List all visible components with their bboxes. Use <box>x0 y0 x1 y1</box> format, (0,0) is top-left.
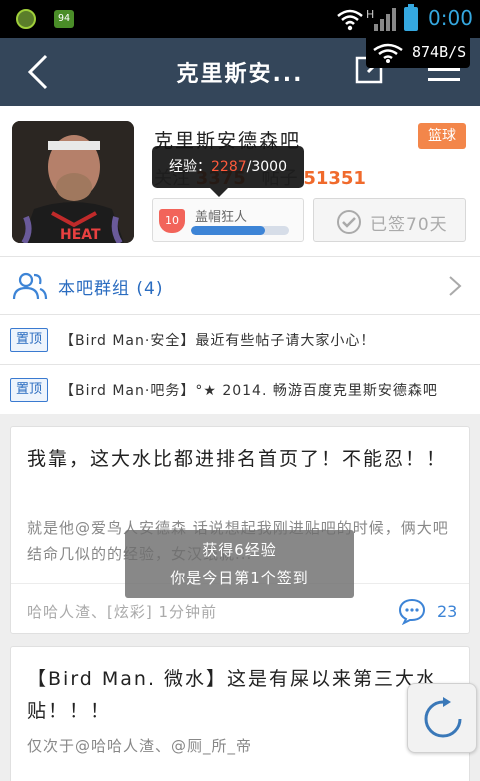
svg-text:H: H <box>366 8 374 21</box>
pinned-tag: 置顶 <box>10 328 48 352</box>
refresh-button[interactable] <box>407 683 477 753</box>
battery-icon <box>404 4 418 31</box>
toast-line-1: 获得6经验 <box>202 541 277 559</box>
experience-tooltip: 经验：2287/3000 <box>152 146 304 197</box>
back-arrow-icon[interactable] <box>22 52 54 92</box>
forum-avatar[interactable]: HEAT <box>12 121 134 243</box>
toast-line-2: 你是今日第1个签到 <box>170 569 309 587</box>
level-box[interactable]: 10 盖帽狂人 <box>152 198 304 242</box>
groups-label: 本吧群组 (4) <box>58 279 164 299</box>
sign-in-button[interactable]: 已签70天 <box>313 198 466 242</box>
exp-label: 经验： <box>169 159 211 175</box>
check-circle-icon <box>337 210 361 234</box>
comment-count: 23 <box>437 602 458 621</box>
forum-header: HEAT 克里斯安德森吧 关注 3375 帖子 51351 篮球 经验：2287… <box>0 106 480 256</box>
exp-current: 2287 <box>211 159 247 175</box>
refresh-icon <box>424 697 462 738</box>
pinned-post-title: 【Bird Man·吧务】°★ 2014. 畅游百度克里斯安德森吧 <box>60 383 438 399</box>
signal-icon: H <box>366 8 396 31</box>
battery-app-icon: 94 <box>54 10 74 28</box>
comment-icon[interactable] <box>397 597 427 625</box>
page-title: 克里斯安... <box>176 62 304 87</box>
pinned-post[interactable]: 置顶 【Bird Man·安全】最近有些帖子请大家小心！ <box>0 314 480 364</box>
level-title: 盖帽狂人 <box>195 210 248 225</box>
level-badge: 10 <box>159 209 185 233</box>
sign-in-label: 已签70天 <box>370 215 448 235</box>
group-icon <box>12 272 48 300</box>
post-meta: 哈哈人渣、[炫彩] 1分钟前 <box>27 603 218 621</box>
post-title: 我靠，这大水比都进排名首页了！不能忍！！ <box>27 448 448 470</box>
level-progress-bar <box>191 226 289 235</box>
posts-count: 51351 <box>303 168 366 189</box>
level-progress-fill <box>191 226 266 235</box>
chevron-right-icon <box>449 276 462 296</box>
speed-text: 874B/S <box>412 43 467 61</box>
post-title: 【Bird Man. 微水】这是有屎以来第三大水贴！！！ <box>27 668 438 722</box>
app-notification-icon <box>16 9 36 29</box>
exp-max: /3000 <box>246 159 287 175</box>
pinned-post[interactable]: 置顶 【Bird Man·吧务】°★ 2014. 畅游百度克里斯安德森吧 <box>0 364 480 414</box>
player-photo-icon: HEAT <box>12 121 134 243</box>
status-bar: 94 H 0:00 <box>0 0 480 38</box>
forum-groups-row[interactable]: 本吧群组 (4) <box>0 256 480 314</box>
status-time: 0:00 <box>428 6 473 30</box>
network-speed-overlay: 874B/S <box>366 38 470 68</box>
pinned-post-title: 【Bird Man·安全】最近有些帖子请大家小心！ <box>60 333 376 349</box>
category-tag[interactable]: 篮球 <box>418 123 466 149</box>
wifi-icon <box>373 43 403 63</box>
sign-in-toast: 获得6经验 你是今日第1个签到 <box>125 530 354 598</box>
post-excerpt: 仅次于@哈哈人渣、@厕_所_帝 <box>27 737 253 755</box>
svg-text:HEAT: HEAT <box>60 227 101 243</box>
pinned-tag: 置顶 <box>10 378 48 402</box>
wifi-icon <box>337 9 363 31</box>
post-card[interactable]: 【Bird Man. 微水】这是有屎以来第三大水贴！！！ 仅次于@哈哈人渣、@厕… <box>10 646 470 781</box>
